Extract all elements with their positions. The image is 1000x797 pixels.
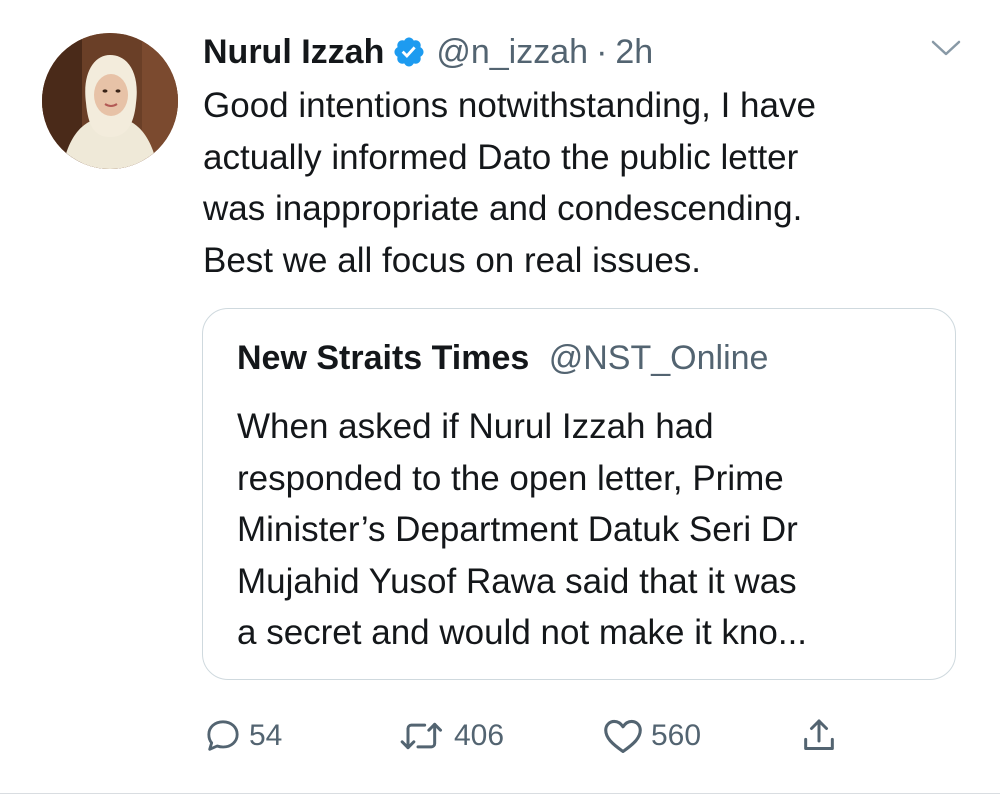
like-count: 560 bbox=[651, 719, 702, 752]
retweet-count: 406 bbox=[454, 719, 505, 752]
like-button[interactable]: 560 bbox=[601, 712, 701, 760]
divider bbox=[0, 793, 1000, 794]
retweet-icon bbox=[400, 722, 442, 750]
quoted-author-handle: @NST_Online bbox=[548, 339, 769, 377]
tweet-header: Nurul Izzah @n_izzah · 2h bbox=[203, 28, 653, 76]
reply-button[interactable]: 54 bbox=[203, 712, 282, 760]
quoted-tweet-header: New Straits Times @NST_Online bbox=[237, 339, 768, 378]
quoted-tweet[interactable]: New Straits Times @NST_Online When asked… bbox=[202, 308, 956, 680]
share-icon bbox=[804, 719, 834, 750]
avatar-photo-icon bbox=[42, 33, 178, 169]
quoted-tweet-text: When asked if Nurul Izzah had responded … bbox=[237, 407, 808, 652]
like-icon bbox=[604, 719, 642, 753]
reply-icon bbox=[207, 720, 239, 751]
tweet-actions: 54 406 560 bbox=[203, 712, 963, 760]
author-display-name[interactable]: Nurul Izzah bbox=[203, 33, 384, 72]
author-handle[interactable]: @n_izzah bbox=[436, 33, 588, 72]
tweet-timestamp[interactable]: 2h bbox=[615, 33, 653, 72]
verified-badge-icon bbox=[392, 35, 426, 69]
header-separator: · bbox=[596, 32, 608, 71]
quoted-author-display-name: New Straits Times bbox=[237, 339, 530, 377]
more-options-chevron-down-icon[interactable] bbox=[929, 36, 963, 60]
tweet-text: Good intentions notwithstanding, I have … bbox=[203, 86, 816, 280]
tweet-card[interactable]: Nurul Izzah @n_izzah · 2h Good intention… bbox=[0, 0, 1000, 797]
share-button[interactable] bbox=[799, 712, 845, 760]
retweet-button[interactable]: 406 bbox=[398, 712, 504, 760]
author-avatar[interactable] bbox=[42, 33, 178, 169]
reply-count: 54 bbox=[249, 719, 283, 752]
